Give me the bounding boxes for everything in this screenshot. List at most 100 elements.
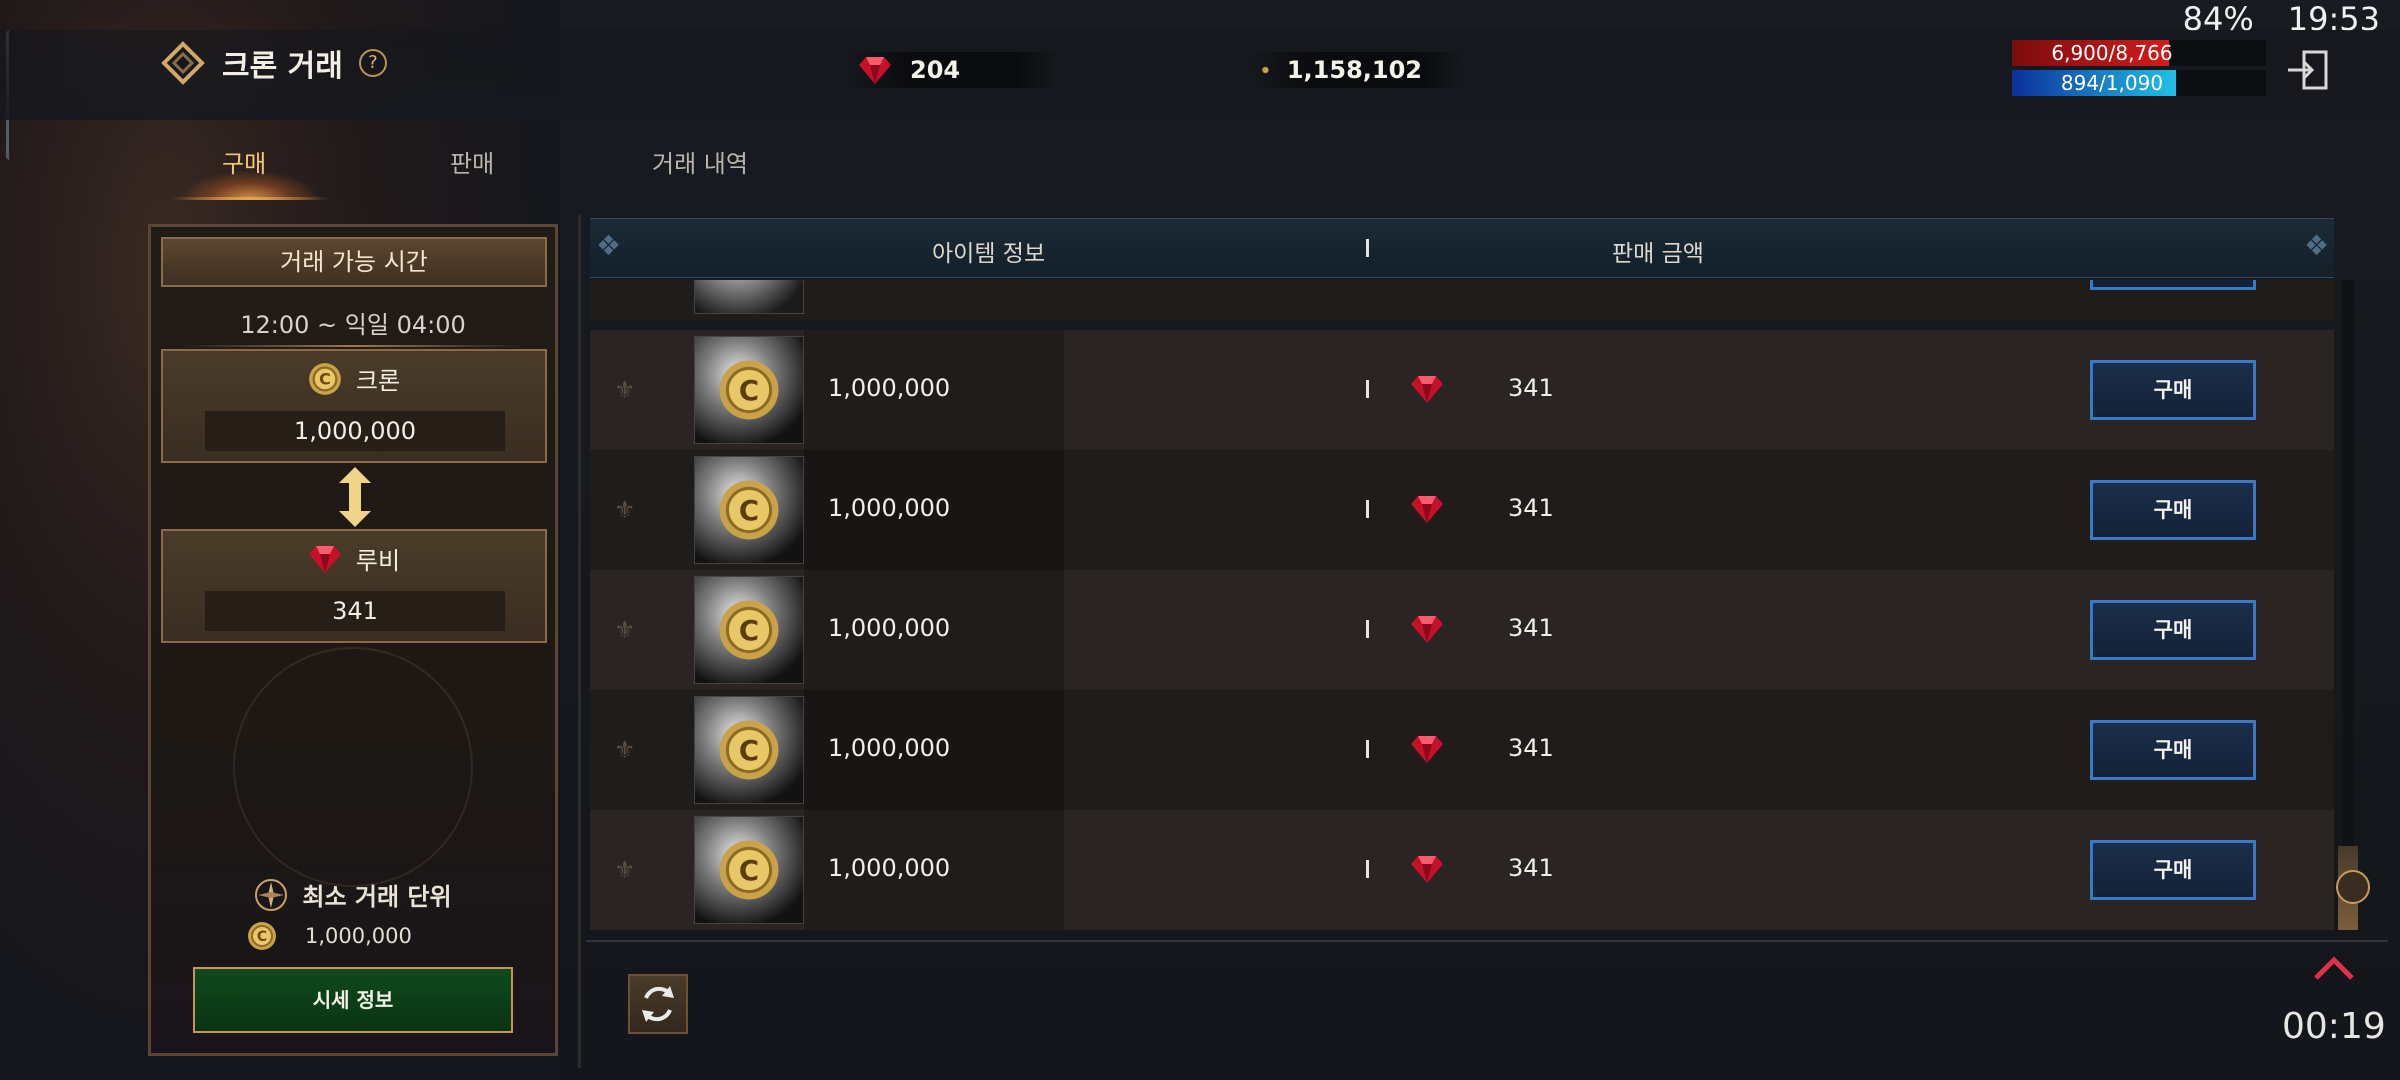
divider	[181, 345, 525, 347]
row-ornament-icon: ⚜	[614, 736, 636, 764]
row-ornament-icon: ⚜	[614, 376, 636, 404]
tab-buy[interactable]: 구매	[222, 144, 266, 179]
gold-balance: C 1,158,102	[1252, 52, 1462, 88]
cell-separator	[1366, 620, 1369, 638]
listing-list[interactable]: ⚜ C 1,000,000 341 구매 ⚜ C 1,000,000 341 구…	[590, 280, 2334, 930]
ornament-right-icon: ❖	[2304, 229, 2330, 262]
bottom-divider	[586, 940, 2388, 942]
item-thumbnail	[694, 280, 804, 314]
kron-coin-icon: C	[1262, 66, 1269, 74]
kron-coin-icon: C	[694, 696, 804, 804]
cell-separator	[1366, 860, 1369, 878]
min-unit-row: 최소 거래 단위	[151, 877, 555, 912]
mp-bar: 894/1,090	[2012, 70, 2266, 96]
list-item[interactable]: ⚜ C 1,000,000 341 구매	[590, 690, 2334, 810]
ruby-gem-icon	[1411, 736, 1443, 763]
svg-text:C: C	[739, 855, 759, 887]
item-price: 341	[1508, 854, 1554, 882]
header-sale-price: 판매 금액	[1612, 241, 1704, 267]
refresh-icon	[642, 986, 674, 1022]
header-item-info: 아이템 정보	[932, 241, 1046, 267]
svg-text:C: C	[319, 369, 331, 388]
scrollbar-knob[interactable]	[2336, 870, 2370, 904]
cell-separator	[1366, 740, 1369, 758]
hp-bar: 6,900/8,766	[2012, 40, 2266, 66]
ruby-label: 루비	[355, 547, 401, 575]
item-amount: 1,000,000	[828, 494, 951, 522]
tab-sell[interactable]: 판매	[450, 144, 494, 179]
ruby-box[interactable]: 루비 341	[161, 529, 547, 643]
kron-trade-diamond-icon	[161, 41, 205, 85]
item-amount: 1,000,000	[828, 614, 951, 642]
item-amount: 1,000,000	[828, 854, 951, 882]
ruby-gem-icon	[1411, 616, 1443, 643]
ruby-balance: 204	[848, 52, 1058, 88]
svg-text:C: C	[257, 929, 267, 945]
kron-label: 크론	[355, 367, 401, 395]
kron-box[interactable]: C 크론 1,000,000	[161, 349, 547, 463]
ruby-label-row: 루비	[163, 541, 545, 576]
header-separator	[1366, 239, 1369, 257]
ruby-value: 341	[205, 591, 505, 631]
buy-button[interactable]: 구매	[2090, 480, 2256, 540]
list-item[interactable]: ⚜ C 1,000,000 341 구매	[590, 330, 2334, 450]
svg-text:C: C	[739, 615, 759, 647]
kron-coin-icon: C	[309, 362, 341, 395]
tab-history[interactable]: 거래 내역	[652, 144, 748, 179]
help-icon[interactable]: ?	[358, 49, 387, 77]
min-unit-label: 최소 거래 단위	[302, 883, 452, 911]
ruby-gem-icon	[308, 545, 341, 573]
cell-separator	[1366, 500, 1369, 518]
hp-mp-bars: 6,900/8,766 894/1,090	[2012, 40, 2266, 100]
item-amount: 1,000,000	[828, 374, 951, 402]
item-price: 341	[1508, 734, 1554, 762]
trade-panel: 거래 가능 시간 12:00 ~ 익일 04:00 C 크론 1,000,000…	[148, 224, 558, 1056]
scrollbar-track[interactable]	[2342, 280, 2354, 930]
buy-button[interactable]: 구매	[2090, 360, 2256, 420]
kron-coin-icon: C	[694, 816, 804, 924]
ruby-gem-icon	[1411, 496, 1443, 523]
page-title: 크론 거래	[222, 49, 343, 84]
item-price: 341	[1508, 614, 1554, 642]
market-info-button[interactable]: 시세 정보	[193, 967, 513, 1033]
kron-coin-icon: C	[248, 922, 276, 950]
ruby-balance-value: 204	[910, 56, 961, 84]
refresh-button[interactable]	[628, 974, 688, 1034]
kron-coin-icon: C	[694, 576, 804, 684]
buy-button[interactable]: 구매	[2090, 600, 2256, 660]
gold-balance-value: 1,158,102	[1286, 56, 1422, 84]
buy-button[interactable]: 구매	[2090, 720, 2256, 780]
row-ornament-icon: ⚜	[614, 496, 636, 524]
row-ornament-icon: ⚜	[614, 856, 636, 884]
list-item[interactable]: ⚜ C 1,000,000 341 구매	[590, 570, 2334, 690]
kron-coin-icon: C	[694, 336, 804, 444]
list-item[interactable]: ⚜ C 1,000,000 341 구매	[590, 810, 2334, 930]
item-price: 341	[1508, 494, 1554, 522]
svg-text:C: C	[739, 495, 759, 527]
ornament-left-icon: ❖	[596, 229, 622, 262]
row-ornament-icon: ⚜	[614, 616, 636, 644]
chevron-up-icon[interactable]	[2310, 950, 2358, 984]
buy-button-partial[interactable]	[2090, 280, 2256, 290]
title-area: 크론 거래 ?	[160, 40, 387, 86]
mp-text: 894/1,090	[2060, 71, 2164, 95]
compass-icon	[255, 878, 288, 911]
ruby-gem-icon	[1411, 856, 1443, 883]
countdown-timer: 00:19	[2282, 1006, 2386, 1047]
cell-separator	[1366, 380, 1369, 398]
list-item[interactable]: ⚜ C 1,000,000 341 구매	[590, 450, 2334, 570]
trade-hours-title: 거래 가능 시간	[161, 237, 547, 287]
item-amount: 1,000,000	[828, 734, 951, 762]
buy-button[interactable]: 구매	[2090, 840, 2256, 900]
decorative-emblem	[233, 647, 473, 887]
vertical-divider	[578, 214, 581, 1068]
trade-hours: 12:00 ~ 익일 04:00	[240, 311, 466, 339]
svg-text:C: C	[739, 735, 759, 767]
kron-value: 1,000,000	[205, 411, 505, 451]
item-price: 341	[1508, 374, 1554, 402]
exit-door-icon[interactable]	[2286, 48, 2330, 92]
kron-coin-icon: C	[694, 456, 804, 564]
ruby-gem-icon	[1411, 376, 1443, 403]
table-header: ❖ 아이템 정보 판매 금액 ❖	[590, 218, 2334, 278]
list-item-partial	[590, 280, 2334, 320]
